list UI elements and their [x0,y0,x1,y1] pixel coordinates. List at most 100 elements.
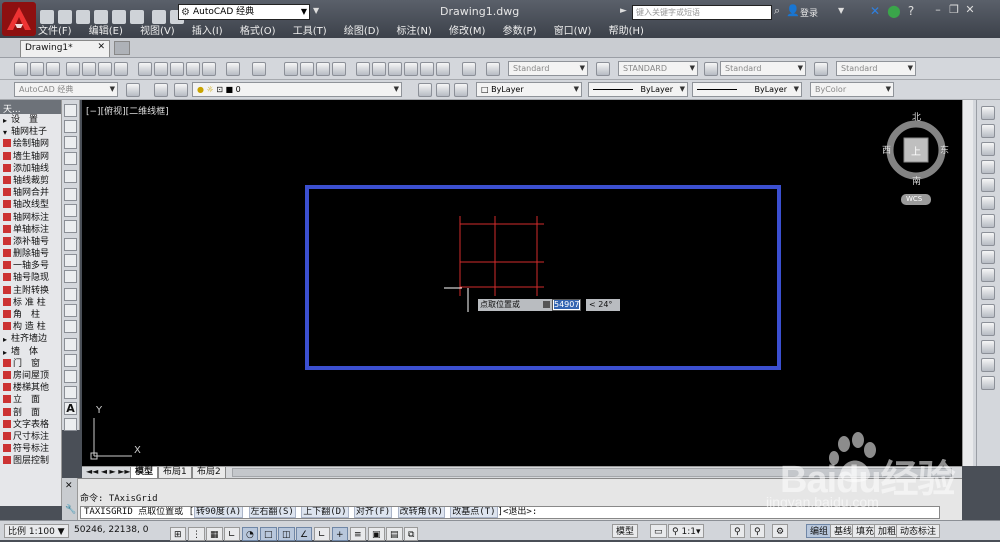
dim-style-icon[interactable] [596,62,610,76]
osnap-icon[interactable]: □ [260,527,277,541]
viewcube[interactable]: 北 南 东 西 上 WCS [882,106,952,206]
insert-block-icon[interactable] [64,288,77,301]
3dosnap-icon[interactable]: ◫ [278,527,295,541]
help-icon[interactable]: ? [908,4,914,18]
restore-icon[interactable]: ❐ [946,3,962,17]
zoom-previous-icon[interactable] [332,62,346,76]
layer-state-icon[interactable] [174,83,188,97]
panel-item[interactable]: 角 柱 [0,309,61,321]
panel-item[interactable]: 楼梯其他 [0,382,61,394]
layer-previous-icon[interactable] [436,83,450,97]
polyline-icon[interactable] [64,136,77,149]
circle-icon[interactable] [64,204,77,217]
command-line-handle[interactable]: ✕ 🔧 [62,478,78,520]
menu-modify[interactable]: 修改(M) [449,22,485,37]
panel-item[interactable]: 轴线裁剪 [0,175,61,187]
option-change-basepoint[interactable]: 改基点(T) [450,507,498,518]
publish-icon[interactable] [98,62,112,76]
hatch-icon[interactable] [64,338,77,351]
ducs-icon[interactable]: ∟ [314,527,330,541]
ortho-icon[interactable]: ∟ [224,527,240,541]
menu-parametric[interactable]: 参数(P) [503,22,537,37]
options-icon[interactable] [543,301,550,308]
zoom-window-icon[interactable] [316,62,330,76]
menu-insert[interactable]: 插入(I) [192,22,223,37]
copy-icon[interactable] [981,124,995,138]
fillet-icon[interactable] [981,358,995,372]
workspace-combo[interactable]: AutoCAD 经典 ▼ [14,82,118,97]
text-style-select[interactable]: Standard ▼ [508,61,588,76]
text-style-icon[interactable] [486,62,500,76]
print-icon[interactable] [66,62,80,76]
table-style-select[interactable]: Standard ▼ [720,61,806,76]
chamfer-icon[interactable] [981,340,995,354]
construction-line-icon[interactable] [64,120,77,133]
undo-icon[interactable] [226,62,240,76]
menu-file[interactable]: 文件(F) [38,22,72,37]
search-icon[interactable]: ⌕ [774,4,780,18]
viewcube-east[interactable]: 东 [940,143,949,156]
menu-tools[interactable]: 工具(T) [293,22,327,37]
panel-item[interactable]: ▸ 墙 体 [0,346,61,358]
tool-palettes-icon[interactable] [388,62,402,76]
snap-icon[interactable]: ⋮ [188,527,205,541]
panel-item[interactable]: 一轴多号 [0,260,61,272]
array-icon[interactable] [981,178,995,192]
cut-icon[interactable] [138,62,152,76]
close-icon[interactable]: ✕ [962,3,978,17]
new-icon[interactable] [14,62,28,76]
gradient-icon[interactable] [64,354,77,367]
panel-item[interactable]: 主附转换 [0,285,61,297]
panel-item[interactable]: 立 面 [0,394,61,406]
panel-title[interactable]: 天... [0,100,61,115]
break-icon[interactable] [981,304,995,318]
extend-icon[interactable] [981,286,995,300]
autocad-logo-icon[interactable] [2,2,36,36]
infer-icon[interactable]: ⊞ [170,527,186,541]
viewcube-top[interactable]: 上 [911,143,921,158]
wcs-menu[interactable]: WCS [906,195,922,203]
selection-cycling-icon[interactable]: ⧉ [404,527,419,541]
plot-preview-icon[interactable] [82,62,96,76]
panel-item[interactable]: 尺寸标注 [0,431,61,443]
arc-icon[interactable] [64,188,77,201]
model-space-button[interactable]: 模型 [612,524,639,538]
panel-item[interactable]: 删除轴号 [0,248,61,260]
menu-help[interactable]: 帮助(H) [609,22,644,37]
panel-item[interactable]: 房间屋顶 [0,370,61,382]
multileader-style-select[interactable]: Standard ▼ [836,61,916,76]
menu-dimension[interactable]: 标注(N) [397,22,432,37]
dynamic-input-icon[interactable]: + [332,527,348,541]
menu-view[interactable]: 视图(V) [140,22,175,37]
multiline-text-icon[interactable]: A [64,402,77,415]
polar-icon[interactable]: ◔ [242,527,258,541]
panel-item[interactable]: 添加轴线 [0,163,61,175]
option-align[interactable]: 对齐(F) [353,507,393,518]
close-icon[interactable]: ✕ [97,42,105,52]
match-properties-icon[interactable] [186,62,200,76]
option-flip-ud[interactable]: 上下翻(D) [301,507,349,518]
close-icon[interactable]: ✕ [65,481,73,491]
grid-icon[interactable]: ▦ [206,527,223,541]
menu-window[interactable]: 窗口(W) [554,22,592,37]
panel-item[interactable]: 门 窗 [0,358,61,370]
pan-icon[interactable] [284,62,298,76]
save-icon[interactable] [46,62,60,76]
tab-drawing1[interactable]: Drawing1* ✕ [20,40,110,57]
option-rotate90[interactable]: 转90度(A) [194,507,244,518]
panel-item[interactable]: 添补轴号 [0,236,61,248]
annotation-visibility-icon[interactable]: ⚲ [730,524,745,538]
copy-icon[interactable] [154,62,168,76]
design-center-icon[interactable] [372,62,386,76]
exchange-icon[interactable]: ✕ [870,4,880,18]
workspace-select[interactable]: ⚙ AutoCAD 经典 ▼ [178,4,310,20]
scale-icon[interactable] [981,232,995,246]
open-icon[interactable] [30,62,44,76]
linetype-select[interactable]: ByLayer ▼ [588,82,688,97]
angle-input[interactable]: < 24° [586,299,620,311]
quickcalc-icon[interactable] [436,62,450,76]
panel-item[interactable]: 绘制轴网 [0,138,61,150]
panel-item[interactable]: 标 准 柱 [0,297,61,309]
redo-icon[interactable] [252,62,266,76]
menu-draw[interactable]: 绘图(D) [344,22,380,37]
